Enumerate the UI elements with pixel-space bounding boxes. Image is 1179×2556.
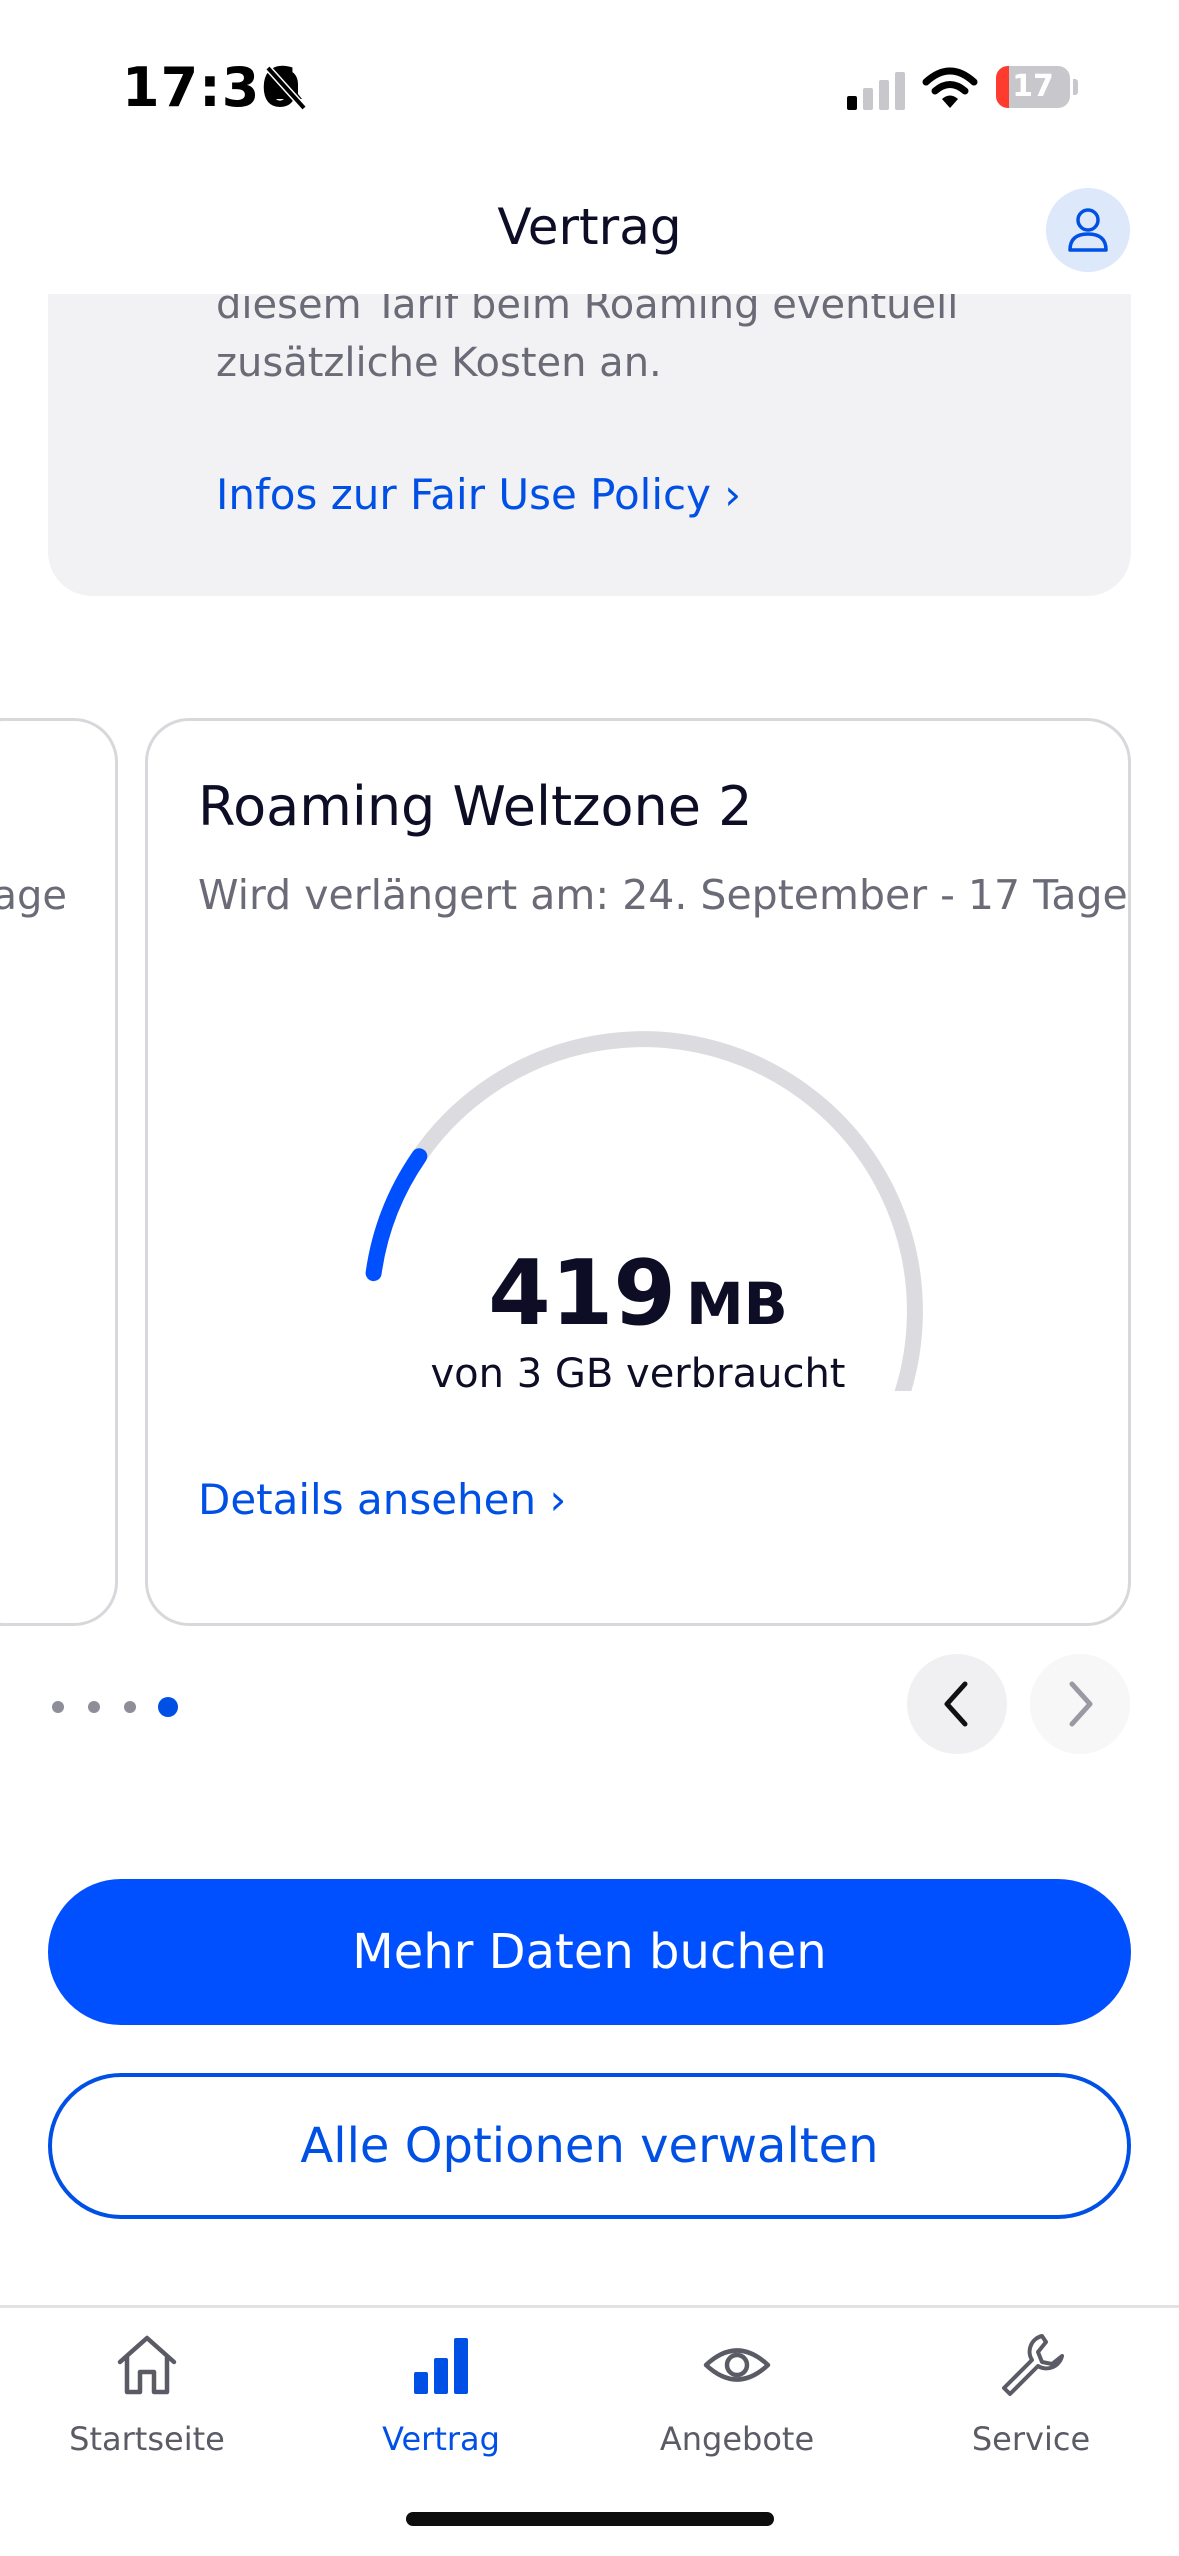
home-indicator xyxy=(406,2512,774,2526)
chevron-right-icon xyxy=(1069,1681,1093,1727)
bar-chart-icon xyxy=(414,2338,468,2394)
details-link[interactable]: Details ansehen › xyxy=(198,1475,566,1524)
pagination-dot[interactable] xyxy=(124,1701,136,1713)
tab-startseite[interactable]: Startseite xyxy=(0,2308,294,2548)
tab-service[interactable]: Service xyxy=(884,2308,1178,2548)
battery-icon: 17 xyxy=(996,66,1078,108)
eye-icon xyxy=(703,2348,771,2382)
pagination-dot-active[interactable] xyxy=(158,1697,178,1717)
cellular-signal-icon xyxy=(847,72,905,110)
profile-button[interactable] xyxy=(1046,188,1130,272)
previous-usage-card[interactable]: age xyxy=(0,718,118,1626)
pagination-dot[interactable] xyxy=(88,1701,100,1713)
wrench-icon xyxy=(1002,2334,1064,2396)
manage-all-options-button[interactable]: Alle Optionen verwalten xyxy=(48,2073,1131,2219)
previous-card-subtitle-fragment: age xyxy=(0,873,67,919)
carousel-next-button[interactable] xyxy=(1030,1654,1130,1754)
carousel-previous-button[interactable] xyxy=(907,1654,1007,1754)
tab-label: Angebote xyxy=(659,2420,815,2458)
usage-value: 419 xyxy=(488,1241,676,1346)
bell-slash-icon xyxy=(265,65,307,111)
usage-unit: MB xyxy=(685,1270,788,1338)
usage-caption: von 3 GB verbraucht xyxy=(430,1351,846,1397)
page-title: Vertrag xyxy=(497,198,682,256)
usage-card-title: Roaming Weltzone 2 xyxy=(198,775,753,838)
pagination-dot[interactable] xyxy=(52,1701,64,1713)
home-icon xyxy=(117,2335,177,2395)
usage-amount: 419 MB xyxy=(148,1241,1128,1346)
info-text-line: zusätzliche Kosten an. xyxy=(216,340,662,386)
wifi-icon xyxy=(922,67,978,108)
top-app-bar: Vertrag xyxy=(0,170,1179,294)
tab-label: Startseite xyxy=(69,2420,225,2458)
roaming-info-card: diesem Tarif beim Roaming eventuell zusä… xyxy=(48,294,1131,596)
book-more-data-button[interactable]: Mehr Daten buchen xyxy=(48,1879,1131,2025)
fair-use-policy-link[interactable]: Infos zur Fair Use Policy › xyxy=(216,470,741,519)
tab-label: Service xyxy=(971,2420,1091,2458)
chevron-left-icon xyxy=(944,1681,968,1727)
info-text-line: diesem Tarif beim Roaming eventuell xyxy=(216,294,959,328)
usage-card[interactable]: Roaming Weltzone 2 Wird verlängert am: 2… xyxy=(145,718,1131,1626)
renewal-date-text: Wird verlängert am: 24. September - 17 T… xyxy=(198,871,1128,919)
status-bar: 17:36 17 xyxy=(0,0,1179,170)
tab-label: Vertrag xyxy=(382,2420,500,2458)
person-icon xyxy=(1068,208,1108,252)
battery-level: 17 xyxy=(1012,69,1054,104)
